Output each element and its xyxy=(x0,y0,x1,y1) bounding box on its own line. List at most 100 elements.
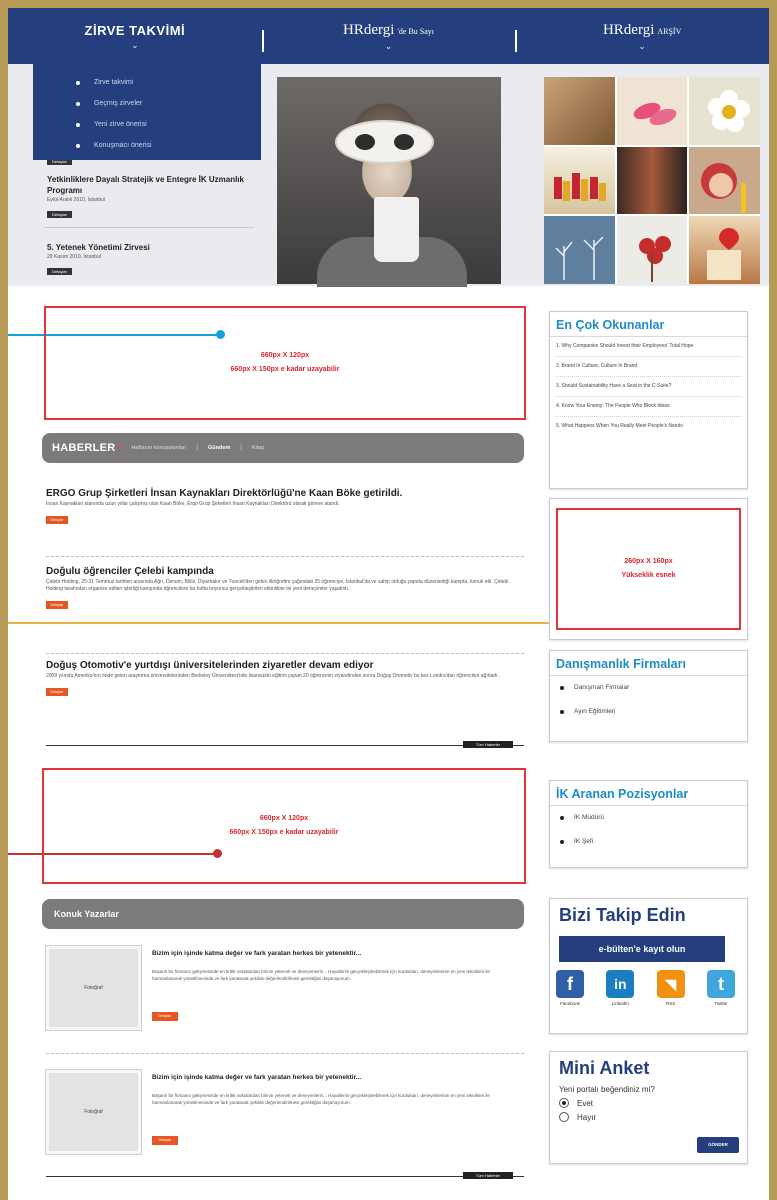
dropdown-item[interactable]: Konuşmacı önerisi xyxy=(33,135,261,156)
news-details-button[interactable]: Detaylar xyxy=(46,688,68,696)
archive-thumb[interactable] xyxy=(544,146,615,215)
all-guest-articles-button[interactable]: Tüm Haberler xyxy=(463,1172,513,1179)
twitter-link[interactable]: t Twitter xyxy=(706,970,735,1006)
most-read-box: En Çok Okunanlar 1. Why Companies Should… xyxy=(549,311,748,489)
consulting-link[interactable]: Ayın Eğitimleri xyxy=(560,708,747,715)
tab-agenda[interactable]: Gündem xyxy=(208,445,230,451)
position-link[interactable]: İK Şefi xyxy=(560,838,747,845)
guest-details-button[interactable]: Detaylar xyxy=(152,1012,178,1021)
positions-box: İK Aranan Pozisyonlar İK Müdürü İK Şefi xyxy=(549,780,748,868)
twitter-icon: t xyxy=(706,970,735,998)
ad-banner-top[interactable]: 660px X 120px 660px X 150px e kadar uzay… xyxy=(44,306,526,420)
nav-summit-calendar-label: ZİRVE TAKVİMİ xyxy=(84,22,186,38)
facebook-link[interactable]: f Facebook xyxy=(556,970,584,1006)
ad-banner-middle[interactable]: 660px X 120px 660px X 150px e kadar uzay… xyxy=(42,768,526,884)
consulting-link[interactable]: Danışman Firmalar xyxy=(560,684,747,691)
dropdown-item[interactable]: Zirve takvimi xyxy=(33,72,261,93)
follow-box: Bizi Takip Edin e-bülten'e kayıt olun f … xyxy=(549,898,748,1034)
dropdown-item[interactable]: Geçmiş zirveler xyxy=(33,93,261,114)
facebook-icon: f xyxy=(556,970,584,998)
tab-separator: | xyxy=(196,445,198,451)
archive-thumb[interactable] xyxy=(689,146,760,215)
poll-box: Mini Anket Yeni portalı beğendiniz mi? E… xyxy=(549,1051,748,1164)
guest-article-summary: Başarılı bir firmanın gelişmesinde en kr… xyxy=(152,969,490,981)
archive-thumb[interactable] xyxy=(689,216,760,284)
news-item: ERGO Grup Şirketleri İnsan Kaynakları Di… xyxy=(46,488,524,526)
archive-thumb[interactable] xyxy=(616,146,688,215)
tab-weekly-topics[interactable]: Haftanın konuşulanları xyxy=(131,445,186,451)
hero-photo[interactable] xyxy=(277,77,501,287)
tab-book[interactable]: Kitap xyxy=(252,445,265,451)
consulting-title: Danışmanlık Firmaları xyxy=(550,651,747,676)
author-photo-placeholder: Fotoğraf xyxy=(46,1070,141,1154)
poll-submit-button[interactable]: GÖNDER xyxy=(697,1137,739,1153)
news-title[interactable]: ERGO Grup Şirketleri İnsan Kaynakları Di… xyxy=(46,488,524,499)
bullet-icon xyxy=(76,80,80,85)
most-read-item[interactable]: 3. Should Sustainability Have a Seat in … xyxy=(556,383,741,397)
most-read-item[interactable]: 5. What Happens When You Really Meet Peo… xyxy=(556,423,741,436)
guest-article-title[interactable]: Bizim için işinde katma değer ve fark ya… xyxy=(152,1074,361,1081)
ad-note-label: 660px X 150px e kadar uzayabilir xyxy=(230,366,340,373)
nav-archive[interactable]: HRdergi ARŞİV ⌄ xyxy=(515,8,769,64)
most-read-item[interactable]: 4. Know Your Enemy: The People Who Block… xyxy=(556,403,741,417)
news-tab-bar: HABERLER • Haftanın konuşulanları | Günde… xyxy=(42,433,524,463)
guest-writers-header: Konuk Yazarlar xyxy=(42,899,524,929)
news-summary: 2009 yılında Amerika'nın önde gelen araş… xyxy=(46,673,499,679)
archive-thumb[interactable] xyxy=(544,216,615,284)
news-item: Doğulu öğrenciler Çelebi kampında Çelebi… xyxy=(46,566,524,611)
most-read-title: En Çok Okunanlar xyxy=(550,312,747,337)
dropdown-item[interactable]: Yeni zirve önerisi xyxy=(33,114,261,135)
most-read-list: 1. Why Companies Should Invest their Emp… xyxy=(550,337,747,436)
linkedin-label: LinkedIn xyxy=(611,1001,629,1006)
nav-summit-calendar[interactable]: ZİRVE TAKVİMİ ⌄ xyxy=(8,8,262,64)
event-title[interactable]: Yetkinliklere Dayalı Stratejik ve Entegr… xyxy=(44,174,254,196)
archive-thumb[interactable] xyxy=(689,77,760,145)
divider xyxy=(46,556,524,557)
chevron-down-icon: ⌄ xyxy=(384,40,393,51)
archive-thumb[interactable] xyxy=(544,77,615,145)
bullet-icon xyxy=(76,101,80,106)
event-details-button[interactable]: Detaylar xyxy=(47,268,72,275)
event-item: 5. Yetenek Yönetimi Zirvesi 29 Kasım 201… xyxy=(44,242,254,284)
news-summary: İnsan Kaynakları alanında uzun yıllar ça… xyxy=(46,501,340,507)
guest-article-title[interactable]: Bizim için işinde katma değer ve fark ya… xyxy=(152,950,361,957)
newsletter-subscribe-button[interactable]: e-bülten'e kayıt olun xyxy=(559,936,725,962)
news-title[interactable]: Doğulu öğrenciler Çelebi kampında xyxy=(46,566,524,577)
twitter-label: Twitter xyxy=(714,1001,728,1006)
poll-question: Yeni portalı beğendiniz mi? xyxy=(559,1085,655,1094)
radio-icon[interactable] xyxy=(559,1112,569,1122)
guest-article: Fotoğraf Bizim için işinde katma değer v… xyxy=(46,1070,524,1158)
nav-this-issue-label: HRdergi'de Bu Sayı xyxy=(343,21,434,38)
news-details-button[interactable]: Detaylar xyxy=(46,516,68,524)
poll-title: Mini Anket xyxy=(559,1058,650,1078)
ad-banner-side[interactable]: 260px X 160px Yükseklik esnek xyxy=(556,508,741,630)
rss-label: RSS xyxy=(666,1001,676,1006)
guest-article: Fotoğraf Bizim için işinde katma değer v… xyxy=(46,946,524,1034)
poll-option-yes[interactable]: Evet xyxy=(550,1094,747,1108)
event-title[interactable]: 5. Yetenek Yönetimi Zirvesi xyxy=(44,242,254,253)
all-news-button[interactable]: Tüm Haberler xyxy=(463,741,513,748)
archive-thumb[interactable] xyxy=(616,216,688,284)
news-details-button[interactable]: Detaylar xyxy=(46,601,68,609)
nav-this-issue[interactable]: HRdergi'de Bu Sayı ⌄ xyxy=(261,8,516,64)
side-ad-container: 260px X 160px Yükseklik esnek xyxy=(549,498,748,640)
radio-selected-icon[interactable] xyxy=(559,1098,569,1108)
archive-thumb[interactable] xyxy=(616,77,688,145)
rss-link[interactable]: ◥ RSS xyxy=(656,970,685,1006)
social-links: f Facebook in LinkedIn ◥ RSS t Twitter xyxy=(550,962,747,1006)
archive-image-grid xyxy=(544,77,760,284)
position-link[interactable]: İK Müdürü xyxy=(560,814,747,821)
poll-option-no[interactable]: Hayır xyxy=(550,1108,747,1122)
most-read-item[interactable]: 2. Brand In Culture, Culture In Brand xyxy=(556,363,741,377)
consulting-list: Danışman Firmalar Ayın Eğitimleri xyxy=(550,676,747,715)
news-section-title[interactable]: HABERLER • xyxy=(52,442,121,454)
linkedin-link[interactable]: in LinkedIn xyxy=(606,970,635,1006)
divider xyxy=(46,745,524,746)
event-details-button[interactable]: Detaylar xyxy=(47,211,72,218)
bullet-icon xyxy=(76,122,80,127)
most-read-item[interactable]: 1. Why Companies Should Invest their Emp… xyxy=(556,343,741,357)
news-title[interactable]: Doğuş Otomotiv'e yurtdışı üniversiteleri… xyxy=(46,660,524,671)
guest-details-button[interactable]: Detaylar xyxy=(152,1136,178,1145)
ad-size-label: 660px X 120px xyxy=(260,352,310,359)
divider xyxy=(46,1176,524,1177)
